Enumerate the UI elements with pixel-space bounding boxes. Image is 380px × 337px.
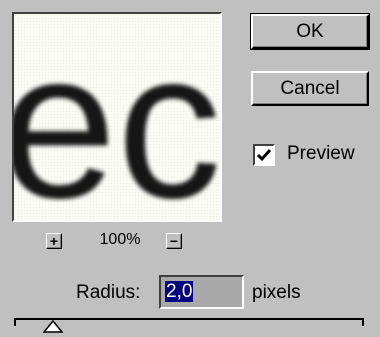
plus-icon: + <box>49 233 59 249</box>
radius-slider-track[interactable] <box>14 318 364 326</box>
zoom-level: 100% <box>99 231 141 248</box>
preview-image: ec <box>14 14 220 220</box>
units-label: pixels <box>252 282 301 303</box>
preview-label[interactable]: Preview <box>287 143 355 165</box>
radius-value: 2,0 <box>165 281 194 302</box>
triangle-icon[interactable] <box>43 320 63 334</box>
preview-sample-text: ec <box>14 14 220 220</box>
preview-pane[interactable]: ec <box>12 12 222 222</box>
checkmark-icon <box>256 149 272 162</box>
radius-label: Radius: <box>76 282 141 303</box>
cancel-button[interactable]: Cancel <box>251 71 369 106</box>
zoom-in-button[interactable]: + <box>46 233 62 249</box>
radius-input[interactable]: 2,0 <box>159 275 244 309</box>
preview-checkbox[interactable] <box>253 144 275 166</box>
minus-icon: − <box>169 233 179 249</box>
zoom-out-button[interactable]: − <box>166 233 182 249</box>
ok-button[interactable]: OK <box>250 13 370 50</box>
gaussian-blur-dialog: ec + 100% − OK Cancel Preview Radius: 2,… <box>0 0 380 337</box>
